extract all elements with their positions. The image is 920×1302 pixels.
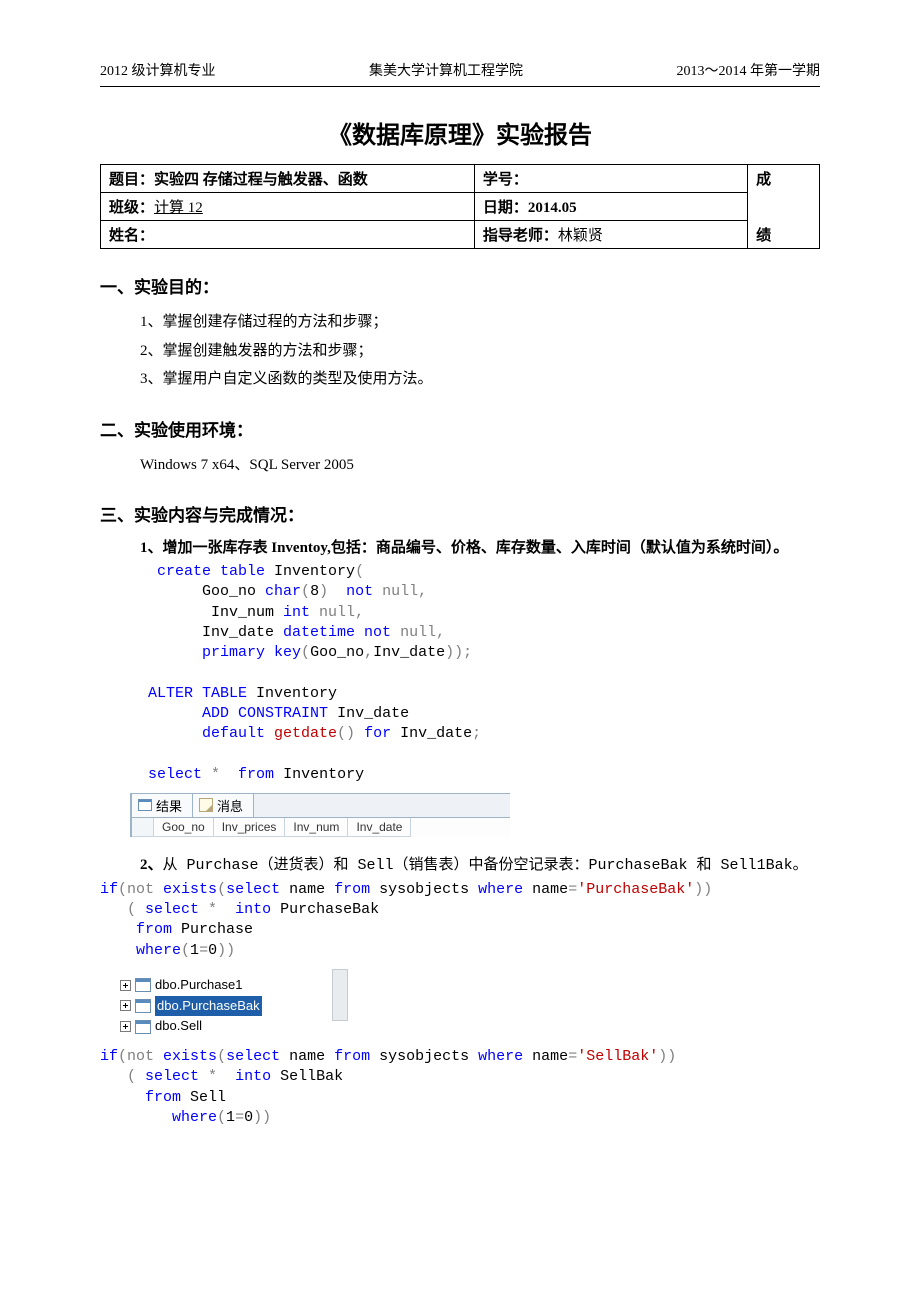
section-2-title: 二、实验使用环境： bbox=[100, 416, 820, 441]
table-icon bbox=[135, 978, 151, 992]
teacher-value: 林颖贤 bbox=[558, 228, 603, 244]
expand-icon[interactable] bbox=[120, 1000, 131, 1011]
code-block-3: if(not exists(select name from sysobject… bbox=[100, 1047, 820, 1128]
tab-messages-label: 消息 bbox=[217, 796, 243, 815]
tree-node-purchase1[interactable]: dbo.Purchase1 bbox=[120, 975, 262, 996]
section-2-body: Windows 7 x64、SQL Server 2005 bbox=[140, 451, 820, 480]
object-tree: dbo.Purchase1 dbo.PurchaseBak dbo.Sell bbox=[120, 975, 262, 1037]
tab-results-label: 结果 bbox=[156, 796, 182, 815]
col-inv-prices[interactable]: Inv_prices bbox=[214, 818, 286, 837]
col-goo-no[interactable]: Goo_no bbox=[154, 818, 214, 837]
header-left: 2012 级计算机专业 bbox=[100, 60, 216, 80]
header-center: 集美大学计算机工程学院 bbox=[369, 60, 523, 80]
row-selector[interactable] bbox=[132, 818, 154, 837]
tree-label-selected: dbo.PurchaseBak bbox=[155, 996, 262, 1017]
section-1-body: 1、掌握创建存储过程的方法和步骤； 2、掌握创建触发器的方法和步骤； 3、掌握用… bbox=[140, 308, 820, 394]
topic-label: 题目： bbox=[109, 172, 154, 188]
document-title: 《数据库原理》实验报告 bbox=[100, 115, 820, 150]
page: 2012 级计算机专业 集美大学计算机工程学院 2013～2014 年第一学期 … bbox=[0, 0, 920, 1302]
s2-env: Windows 7 x64、SQL Server 2005 bbox=[140, 451, 820, 480]
header-right: 2013～2014 年第一学期 bbox=[677, 60, 821, 80]
tree-label: dbo.Purchase1 bbox=[155, 975, 242, 996]
grade-cell-bot: 绩 bbox=[748, 221, 820, 249]
tree-node-purchasebak[interactable]: dbo.PurchaseBak bbox=[120, 996, 262, 1017]
teacher-label: 指导老师： bbox=[483, 228, 558, 244]
header-rule bbox=[100, 86, 820, 87]
grid-header: Goo_no Inv_prices Inv_num Inv_date bbox=[132, 818, 510, 837]
date-value: 2014.05 bbox=[528, 200, 577, 216]
studentid-label: 学号： bbox=[483, 172, 528, 188]
topic-value: 实验四 存储过程与触发器、函数 bbox=[154, 172, 368, 188]
s1-item-1: 1、掌握创建存储过程的方法和步骤； bbox=[140, 308, 820, 337]
s1-item-2: 2、掌握创建触发器的方法和步骤； bbox=[140, 337, 820, 366]
results-tabs: 结果 消息 bbox=[132, 793, 510, 818]
s1-item-3: 3、掌握用户自定义函数的类型及使用方法。 bbox=[140, 365, 820, 394]
grade-cell-top: 成 bbox=[748, 165, 820, 193]
expand-icon[interactable] bbox=[120, 1021, 131, 1032]
tree-node-sell[interactable]: dbo.Sell bbox=[120, 1016, 262, 1037]
code-block-2: if(not exists(select name from sysobject… bbox=[100, 880, 820, 961]
name-label: 姓名： bbox=[101, 221, 475, 249]
col-inv-date[interactable]: Inv_date bbox=[348, 818, 411, 837]
scrollbar-stub[interactable] bbox=[332, 969, 348, 1021]
page-header: 2012 级计算机专业 集美大学计算机工程学院 2013～2014 年第一学期 bbox=[100, 60, 820, 80]
section-3-title: 三、实验内容与完成情况： bbox=[100, 501, 820, 526]
col-inv-num[interactable]: Inv_num bbox=[285, 818, 348, 837]
grid-icon bbox=[138, 799, 152, 811]
section-1-title: 一、实验目的： bbox=[100, 273, 820, 298]
class-value: 计算 12 bbox=[154, 200, 203, 216]
table-icon bbox=[135, 1020, 151, 1034]
table-icon bbox=[135, 999, 151, 1013]
info-table: 题目：实验四 存储过程与触发器、函数 学号： 成 班级：计算 12 日期：201… bbox=[100, 164, 820, 249]
date-label: 日期： bbox=[483, 200, 528, 216]
question-2: 2、从 Purchase（进货表）和 Sell（销售表）中备份空记录表：Purc… bbox=[140, 853, 820, 878]
tab-messages[interactable]: 消息 bbox=[193, 794, 254, 817]
grade-cell-mid bbox=[748, 193, 820, 221]
expand-icon[interactable] bbox=[120, 980, 131, 991]
message-icon bbox=[199, 798, 213, 812]
tab-results[interactable]: 结果 bbox=[132, 794, 193, 817]
question-1: 1、增加一张库存表 Inventoy,包括：商品编号、价格、库存数量、入库时间（… bbox=[140, 536, 820, 560]
class-label: 班级： bbox=[109, 200, 154, 216]
tree-label: dbo.Sell bbox=[155, 1016, 202, 1037]
code-block-1: create table Inventory( Goo_no char(8) n… bbox=[130, 562, 820, 785]
results-grid-1: 结果 消息 Goo_no Inv_prices Inv_num Inv_date bbox=[130, 793, 510, 837]
